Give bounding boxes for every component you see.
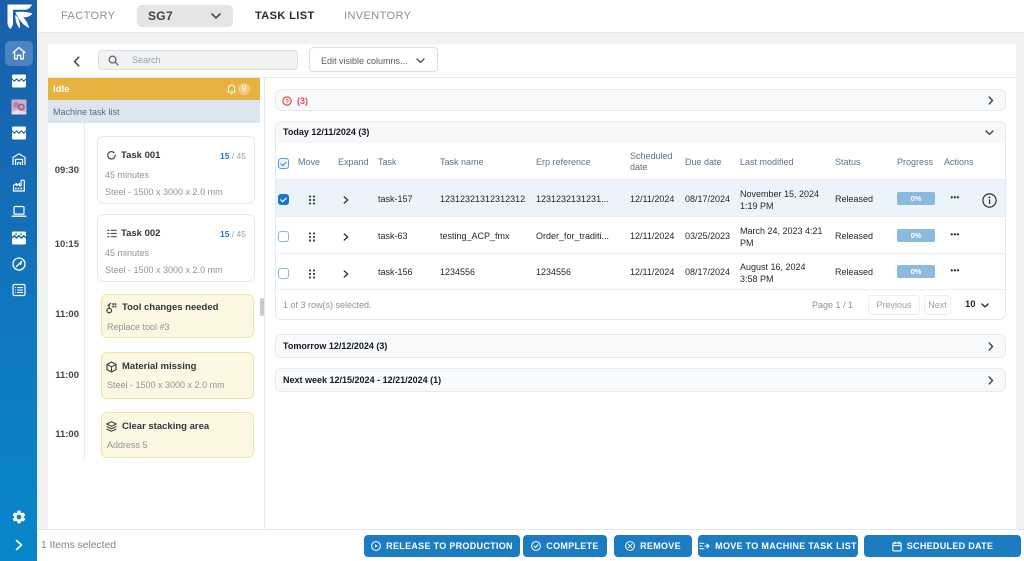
svg-text:?: ?: [285, 98, 289, 105]
